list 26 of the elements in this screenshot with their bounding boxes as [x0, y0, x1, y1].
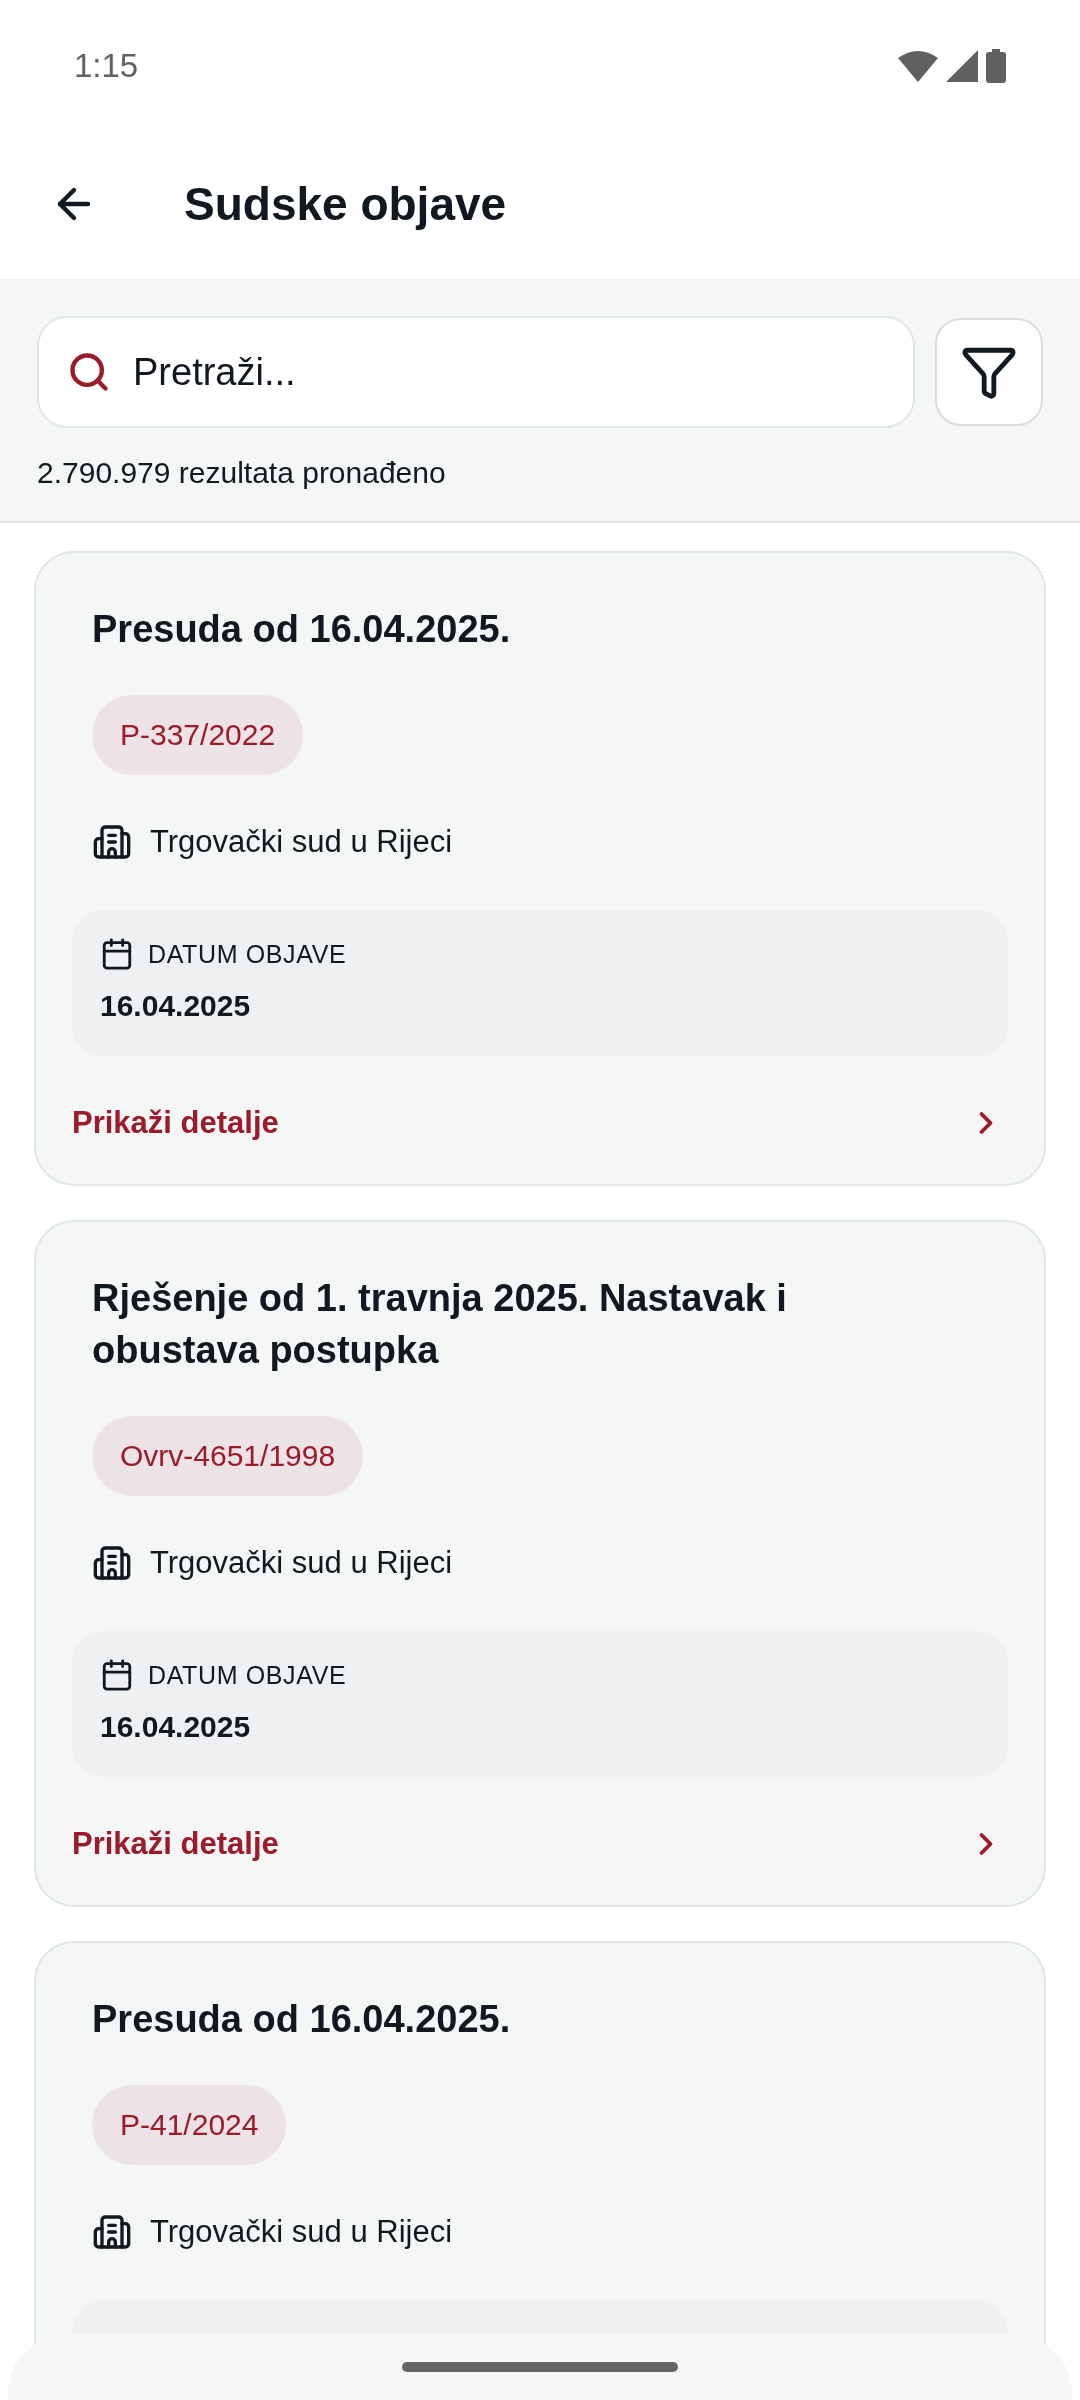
card-title: Rješenje od 1. travnja 2025. Nastavak i obustava postupka — [91, 1276, 788, 1373]
battery-icon — [986, 49, 1006, 83]
search-icon — [67, 350, 111, 394]
signal-icon — [946, 50, 978, 82]
date-value: 16.04.2025 — [100, 1709, 252, 1745]
case-number-tag: P-337/2022 — [92, 695, 304, 775]
court-name: Trgovački sud u Rijeci — [150, 823, 453, 861]
calendar-icon — [100, 1658, 134, 1693]
status-time: 1:15 — [74, 46, 139, 87]
card-title: Presuda od 16.04.2025. — [91, 607, 512, 652]
date-label: DATUM OBJAVE — [148, 938, 347, 970]
card-title: Presuda od 16.04.2025. — [91, 1997, 512, 2042]
court-name: Trgovački sud u Rijeci — [150, 2213, 453, 2251]
search-field[interactable]: Pretraži... — [37, 316, 915, 428]
filter-button[interactable] — [935, 318, 1043, 426]
details-link[interactable]: Prikaži detalje — [72, 1820, 1008, 1867]
page-title: Sudske objave — [184, 176, 507, 232]
case-number-tag: Ovrv-4651/1998 — [92, 1416, 364, 1496]
wifi-icon — [898, 50, 938, 82]
date-value: 16.04.2025 — [100, 988, 252, 1024]
calendar-icon — [100, 937, 134, 972]
case-number-tag: P-41/2024 — [92, 2085, 287, 2165]
details-link[interactable]: Prikaži detalje — [72, 1099, 1008, 1146]
date-label: DATUM OBJAVE — [148, 1659, 347, 1691]
court-name: Trgovački sud u Rijeci — [150, 1544, 453, 1582]
result-count: 2.790.979 rezultata pronađeno — [37, 455, 447, 491]
